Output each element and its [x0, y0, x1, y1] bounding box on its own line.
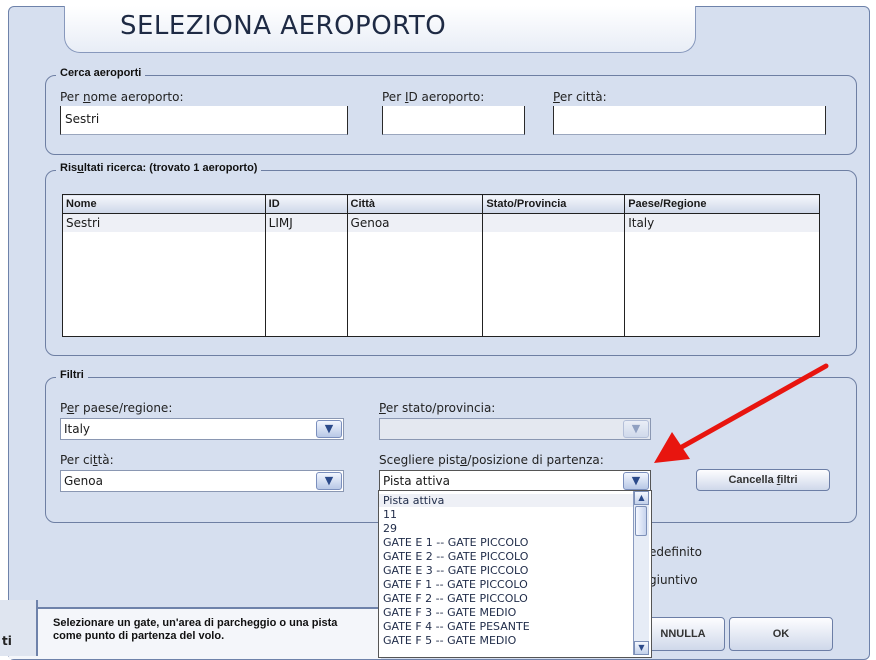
- chevron-down-icon[interactable]: ▼: [316, 472, 342, 490]
- country-filter-label: Per paese/regione:: [60, 401, 173, 415]
- city-filter-label: Per città:: [60, 453, 114, 467]
- clear-filters-button[interactable]: Cancella filtri: [696, 469, 830, 491]
- status-line-1: Selezionare un gate, un'area di parchegg…: [53, 617, 338, 629]
- runway-option[interactable]: GATE F 1 -- GATE PICCOLO: [383, 578, 528, 591]
- state-filter-label: Per stato/provincia:: [379, 401, 496, 415]
- chevron-down-icon[interactable]: ▼: [316, 420, 342, 438]
- airport-name-label: Per nome aeroporto:: [60, 90, 184, 104]
- runway-option[interactable]: 11: [383, 508, 397, 521]
- cell-id: LIMJ: [264, 213, 348, 232]
- runway-option[interactable]: GATE F 3 -- GATE MEDIO: [383, 606, 516, 619]
- airport-id-label: Per ID aeroporto:: [382, 90, 485, 104]
- default-option-text: edefinito: [649, 545, 702, 559]
- country-filter-select[interactable]: Italy ▼: [60, 418, 344, 440]
- runway-option[interactable]: Pista attiva: [379, 494, 635, 507]
- ok-button[interactable]: OK: [729, 617, 833, 651]
- column-header-id[interactable]: ID: [264, 194, 348, 214]
- column-header-city[interactable]: Città: [346, 194, 484, 214]
- scroll-down-icon[interactable]: ▼: [634, 641, 649, 655]
- table-row[interactable]: Sestri LIMJ Genoa Italy: [62, 213, 820, 232]
- column-header-name[interactable]: Nome: [62, 194, 266, 214]
- dialog-title: SELEZIONA AEROPORTO: [120, 11, 447, 41]
- airport-name-value: Sestri: [65, 112, 100, 126]
- results-header-row: Nome ID Città Stato/Provincia Paese/Regi…: [62, 194, 820, 214]
- scroll-thumb[interactable]: [635, 506, 647, 536]
- cell-city: Genoa: [346, 213, 484, 232]
- search-results-legend: Risultati ricerca: (trovato 1 aeroporto): [56, 162, 262, 174]
- left-panel-stub: ti: [0, 600, 38, 656]
- status-bar: Selezionare un gate, un'area di parchegg…: [9, 607, 381, 659]
- runway-select-label: Scegliere pista/posizione di partenza:: [379, 453, 604, 467]
- column-header-state[interactable]: Stato/Provincia: [482, 194, 626, 214]
- scroll-up-icon[interactable]: ▲: [634, 491, 649, 505]
- runway-option[interactable]: GATE F 4 -- GATE PESANTE: [383, 620, 530, 633]
- country-filter-value: Italy: [64, 422, 91, 436]
- city-filter-select[interactable]: Genoa ▼: [60, 470, 344, 492]
- runway-select-value: Pista attiva: [383, 474, 450, 488]
- runway-option[interactable]: GATE F 2 -- GATE PICCOLO: [383, 592, 528, 605]
- arrow-shaft: [677, 363, 829, 451]
- search-results-group: Risultati ricerca: (trovato 1 aeroporto)…: [45, 162, 857, 356]
- status-line-2: come punto di partenza del volo.: [53, 630, 225, 642]
- left-tab-text: ti: [2, 634, 12, 648]
- airport-name-input[interactable]: Sestri: [60, 106, 348, 135]
- search-airports-group: Cerca aeroporti Per nome aeroporto: Sest…: [45, 67, 857, 155]
- runway-option[interactable]: GATE E 1 -- GATE PICCOLO: [383, 536, 528, 549]
- extra-option-text: giuntivo: [649, 573, 698, 587]
- search-airports-legend: Cerca aeroporti: [56, 67, 146, 79]
- runway-dropdown-list[interactable]: Pista attiva 11 29 GATE E 1 -- GATE PICC…: [378, 490, 652, 658]
- cell-state: [482, 213, 626, 232]
- airport-id-input[interactable]: [382, 106, 525, 135]
- city-filter-value: Genoa: [64, 474, 103, 488]
- cell-country: Italy: [624, 213, 820, 232]
- status-message: Selezionare un gate, un'area di parchegg…: [53, 617, 337, 643]
- results-table[interactable]: Nome ID Città Stato/Provincia Paese/Regi…: [62, 194, 820, 337]
- red-arrow-annotation: [654, 363, 829, 463]
- empty-table-area: [62, 232, 820, 337]
- column-header-country[interactable]: Paese/Regione: [624, 194, 820, 214]
- runway-select[interactable]: Pista attiva ▼: [379, 470, 651, 492]
- dropdown-scrollbar[interactable]: ▲ ▼: [633, 491, 649, 655]
- runway-option[interactable]: 29: [383, 522, 397, 535]
- filters-legend: Filtri: [56, 369, 88, 381]
- runway-option[interactable]: GATE E 2 -- GATE PICCOLO: [383, 550, 528, 563]
- city-search-input[interactable]: [553, 106, 826, 135]
- chevron-down-icon[interactable]: ▼: [623, 472, 649, 490]
- cancel-button[interactable]: NNULLA: [641, 617, 725, 651]
- runway-option[interactable]: GATE F 5 -- GATE MEDIO: [383, 634, 516, 647]
- runway-option[interactable]: GATE E 3 -- GATE PICCOLO: [383, 564, 528, 577]
- title-tab: SELEZIONA AEROPORTO: [64, 6, 696, 53]
- state-filter-select[interactable]: ▼: [379, 418, 651, 440]
- city-search-label: Per città:: [553, 90, 607, 104]
- cell-name: Sestri: [62, 213, 266, 232]
